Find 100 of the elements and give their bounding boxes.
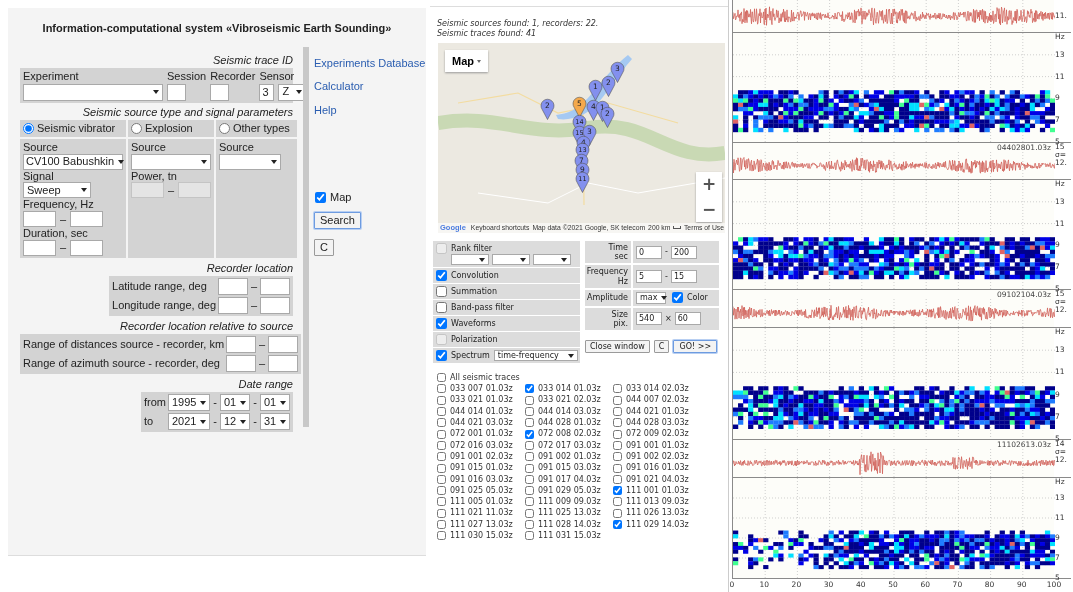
- checkbox[interactable]: [525, 508, 534, 518]
- checkbox[interactable]: [525, 429, 534, 439]
- button[interactable]: C: [653, 340, 670, 354]
- checkbox[interactable]: [613, 463, 622, 473]
- checkbox[interactable]: [525, 384, 534, 394]
- input-field[interactable]: [268, 335, 299, 353]
- checkbox[interactable]: [437, 497, 446, 507]
- checkbox[interactable]: [525, 486, 534, 496]
- input-field[interactable]: 5: [636, 270, 662, 284]
- input-field[interactable]: [260, 277, 290, 295]
- checkbox[interactable]: [437, 407, 446, 417]
- input-field[interactable]: [23, 210, 56, 227]
- checkbox[interactable]: [315, 191, 326, 203]
- checkbox[interactable]: [613, 486, 622, 496]
- dropdown[interactable]: CV100 Babushkin: [23, 153, 123, 170]
- input-field[interactable]: 0: [636, 245, 662, 259]
- input-field[interactable]: [167, 83, 186, 101]
- checkbox[interactable]: [613, 520, 622, 529]
- dropdown[interactable]: 12: [220, 413, 250, 431]
- checkbox[interactable]: [436, 350, 447, 361]
- checkbox[interactable]: [437, 474, 446, 484]
- checkbox[interactable]: [613, 418, 622, 428]
- checkbox[interactable]: [436, 318, 447, 329]
- checkbox[interactable]: [436, 286, 447, 297]
- dropdown[interactable]: 31: [260, 413, 290, 431]
- input-field[interactable]: [218, 277, 248, 295]
- input-field[interactable]: 15: [670, 270, 697, 284]
- checkbox[interactable]: [613, 497, 622, 507]
- checkbox[interactable]: [613, 508, 622, 518]
- checkbox[interactable]: [436, 302, 447, 313]
- checkbox[interactable]: [525, 407, 534, 417]
- checkbox[interactable]: [436, 270, 447, 281]
- input-field[interactable]: 540: [636, 312, 662, 326]
- input-field[interactable]: 60: [674, 312, 701, 326]
- checkbox[interactable]: [437, 463, 446, 473]
- dropdown[interactable]: 1995: [168, 394, 210, 412]
- checkbox[interactable]: [437, 373, 446, 383]
- checkbox[interactable]: [437, 520, 446, 529]
- nav-link[interactable]: Help: [314, 103, 337, 117]
- input-field[interactable]: [210, 83, 230, 101]
- dropdown[interactable]: time-frequency: [493, 350, 578, 361]
- dropdown[interactable]: 01: [220, 394, 250, 412]
- input-field[interactable]: 200: [670, 245, 697, 259]
- checkbox[interactable]: [437, 395, 446, 405]
- checkbox[interactable]: [613, 429, 622, 439]
- zoom-out-button[interactable]: −: [696, 197, 722, 222]
- dropdown[interactable]: 2021: [168, 413, 210, 431]
- dropdown[interactable]: [533, 254, 571, 265]
- checkbox[interactable]: [525, 463, 534, 473]
- checkbox[interactable]: [525, 440, 534, 450]
- input-field[interactable]: [70, 239, 104, 256]
- checkbox[interactable]: [613, 395, 622, 405]
- checkbox[interactable]: [437, 384, 446, 394]
- checkbox[interactable]: [131, 122, 142, 134]
- checkbox[interactable]: [525, 531, 534, 541]
- dropdown[interactable]: 01: [260, 394, 290, 412]
- caret-icon: [561, 257, 567, 262]
- checkbox[interactable]: [525, 418, 534, 428]
- checkbox[interactable]: [613, 452, 622, 462]
- button[interactable]: Close window: [585, 340, 650, 354]
- checkbox[interactable]: [525, 452, 534, 462]
- input-field[interactable]: [226, 354, 257, 372]
- checkbox[interactable]: [672, 292, 683, 304]
- input-field[interactable]: [268, 354, 299, 372]
- dropdown[interactable]: [451, 254, 489, 265]
- checkbox[interactable]: [437, 531, 446, 541]
- checkbox[interactable]: [437, 486, 446, 496]
- nav-link[interactable]: Experiments Database: [314, 57, 426, 71]
- dropdown[interactable]: max: [636, 291, 666, 304]
- range-separator: -: [665, 271, 668, 282]
- button[interactable]: Search: [314, 211, 361, 229]
- dropdown[interactable]: Sweep: [23, 182, 91, 199]
- checkbox[interactable]: [437, 452, 446, 462]
- input-field[interactable]: [226, 335, 257, 353]
- checkbox[interactable]: [613, 407, 622, 417]
- checkbox[interactable]: [525, 395, 534, 405]
- checkbox[interactable]: [525, 474, 534, 484]
- button[interactable]: GO! >>: [673, 340, 718, 354]
- checkbox[interactable]: [613, 384, 622, 394]
- input-field[interactable]: [23, 239, 56, 256]
- input-field[interactable]: 3: [259, 83, 275, 101]
- checkbox[interactable]: [219, 122, 230, 134]
- checkbox[interactable]: [437, 440, 446, 450]
- input-field[interactable]: [70, 210, 104, 227]
- checkbox[interactable]: [613, 440, 622, 450]
- checkbox[interactable]: [525, 520, 534, 529]
- map-type-button[interactable]: Map: [445, 50, 488, 72]
- trace-label: 033 007 01.03z: [450, 384, 513, 394]
- checkbox[interactable]: [525, 497, 534, 507]
- dropdown[interactable]: [492, 254, 530, 265]
- checkbox[interactable]: [437, 418, 446, 428]
- checkbox[interactable]: [437, 508, 446, 518]
- zoom-in-button[interactable]: +: [696, 172, 722, 197]
- input-field[interactable]: [218, 296, 248, 314]
- input-field[interactable]: [260, 296, 290, 314]
- nav-link[interactable]: Calculator: [314, 80, 364, 94]
- checkbox[interactable]: [23, 122, 34, 134]
- checkbox[interactable]: [437, 429, 446, 439]
- button[interactable]: C: [314, 238, 334, 256]
- checkbox[interactable]: [613, 474, 622, 484]
